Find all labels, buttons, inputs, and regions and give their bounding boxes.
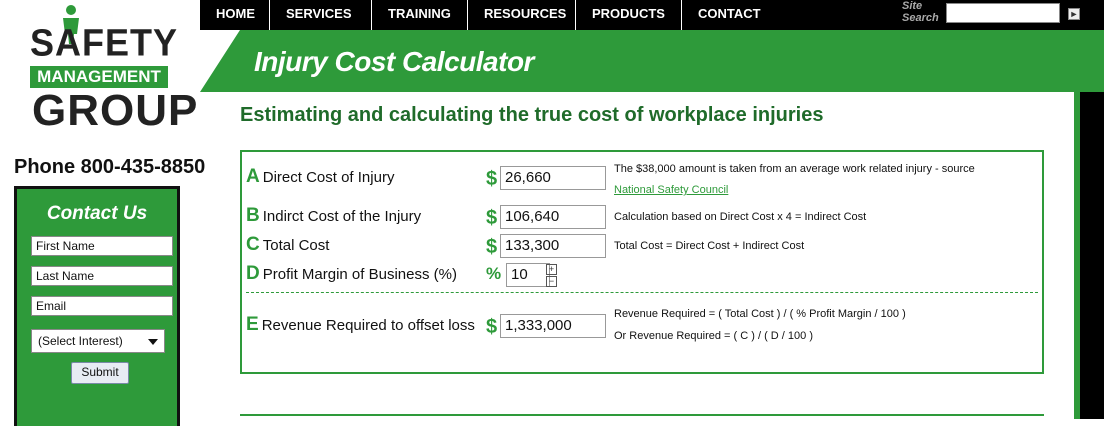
site-search-label-line1: Site [902, 0, 923, 12]
logo-text-safety: SAFETY [30, 20, 179, 64]
right-edge-accent [1074, 92, 1080, 419]
search-go-button[interactable]: ► [1068, 8, 1080, 20]
nav-contact[interactable]: CONTACT [682, 0, 772, 30]
direct-cost-input[interactable]: 26,660 [500, 166, 606, 190]
revenue-required-input[interactable]: 1,333,000 [500, 314, 606, 338]
row-a-source: National Safety Council [614, 184, 728, 196]
row-e-note-alt: Or Revenue Required = ( C ) / ( D / 100 … [614, 330, 813, 342]
right-edge-strip [1074, 92, 1104, 419]
row-a-label: A Direct Cost of Injury [246, 166, 394, 188]
bottom-rule [240, 414, 1044, 416]
row-b-letter: B [246, 205, 260, 226]
email-field[interactable]: Email [31, 296, 173, 316]
row-c-label: C Total Cost [246, 234, 329, 256]
dollar-icon: $ [486, 236, 498, 258]
logo-text-management: MANAGEMENT [30, 66, 168, 88]
row-e-label: E Revenue Required to offset loss [246, 314, 475, 336]
page-subtitle: Estimating and calculating the true cost… [240, 104, 824, 126]
contact-title: Contact Us [46, 203, 148, 224]
site-search-input[interactable] [946, 3, 1060, 23]
page-title: Injury Cost Calculator [254, 46, 534, 77]
first-name-field[interactable]: First Name [31, 236, 173, 256]
row-e-note: Revenue Required = ( Total Cost ) / ( % … [614, 308, 906, 320]
row-b-text: Indirct Cost of the Injury [262, 208, 422, 225]
phone-number: Phone 800-435-8850 [14, 156, 206, 178]
row-d-label: D Profit Margin of Business (%) [246, 263, 457, 285]
last-name-field[interactable]: Last Name [31, 266, 173, 286]
row-a-letter: A [246, 166, 260, 187]
company-logo[interactable]: SAFETY MANAGEMENT GROUP [14, 4, 197, 135]
interest-select[interactable]: (Select Interest) [31, 329, 165, 353]
national-safety-council-link[interactable]: National Safety Council [614, 184, 728, 196]
nav-products[interactable]: PRODUCTS [576, 0, 682, 30]
total-cost-input[interactable]: 133,300 [500, 234, 606, 258]
row-b-label: B Indirct Cost of the Injury [246, 205, 421, 227]
title-banner: Injury Cost Calculator [200, 30, 1104, 92]
row-e-letter: E [246, 314, 259, 335]
decrement-icon[interactable]: − [546, 276, 557, 287]
section-divider [246, 292, 1038, 293]
nav-services[interactable]: SERVICES [270, 0, 372, 30]
nav-training[interactable]: TRAINING [372, 0, 468, 30]
site-search-label: Site Search [902, 0, 939, 24]
row-d-letter: D [246, 263, 260, 284]
dollar-icon: $ [486, 207, 498, 229]
profit-margin-stepper[interactable]: + − [546, 264, 557, 287]
indirect-cost-input[interactable]: 106,640 [500, 205, 606, 229]
arrow-right-icon: ► [1069, 9, 1079, 19]
row-e-text: Revenue Required to offset loss [261, 317, 475, 334]
submit-button[interactable]: Submit [71, 362, 129, 384]
row-d-text: Profit Margin of Business (%) [262, 266, 457, 283]
dollar-icon: $ [486, 168, 498, 190]
chevron-down-icon [148, 339, 158, 345]
row-a-text: Direct Cost of Injury [262, 169, 395, 186]
logo-text-group: GROUP [32, 86, 199, 135]
row-b-note: Calculation based on Direct Cost x 4 = I… [614, 211, 867, 223]
interest-select-value: (Select Interest) [38, 334, 123, 348]
row-c-letter: C [246, 234, 260, 255]
row-a-note: The $38,000 amount is taken from an aver… [614, 163, 975, 175]
banner-notch [200, 30, 240, 92]
profit-margin-input[interactable]: 10 [506, 263, 550, 287]
contact-panel: Contact Us First Name Last Name Email (S… [14, 186, 180, 426]
nav-home[interactable]: HOME [200, 0, 270, 30]
percent-icon: % [486, 264, 502, 283]
row-c-text: Total Cost [262, 237, 330, 254]
site-search-label-line2: Search [902, 12, 939, 24]
nav-resources[interactable]: RESOURCES [468, 0, 576, 30]
row-c-note: Total Cost = Direct Cost + Indirect Cost [614, 240, 805, 252]
injury-cost-calculator: A Direct Cost of Injury $ 26,660 The $38,… [240, 150, 1044, 374]
increment-icon[interactable]: + [546, 264, 557, 275]
dollar-icon: $ [486, 316, 498, 338]
